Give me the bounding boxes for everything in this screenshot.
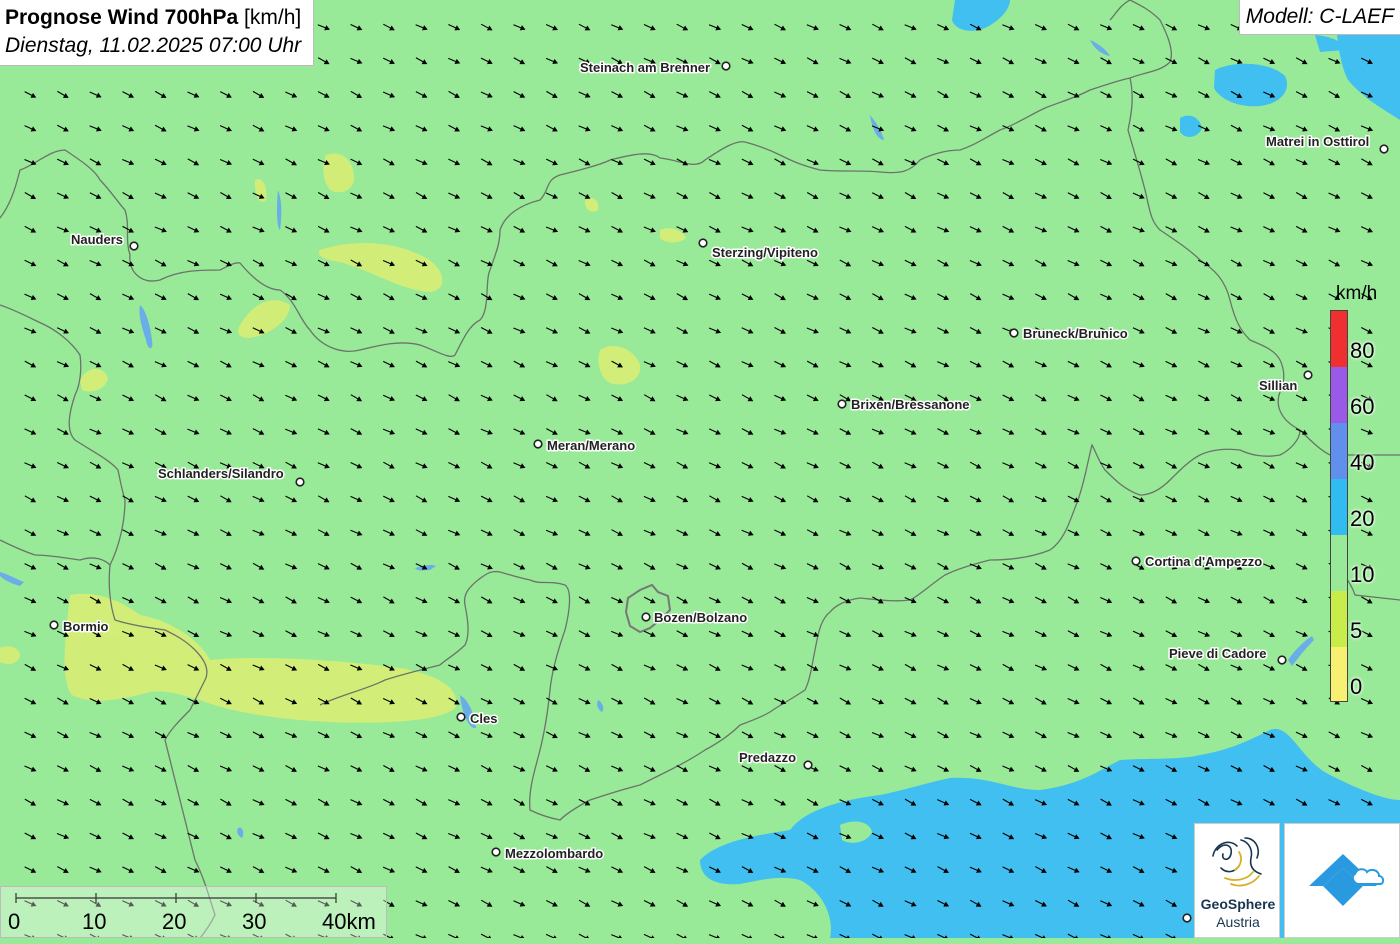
city-marker-bruneck-brunico <box>1009 328 1019 338</box>
city-marker-schlanders-silandro <box>295 477 305 487</box>
title-unit: [km/h] <box>244 6 302 29</box>
legend-label-5: 5 <box>1350 618 1363 643</box>
city-label-pieve-di-cadore: Pieve di Cadore <box>1169 646 1267 661</box>
city-marker-sillian <box>1303 370 1313 380</box>
legend-label-20: 20 <box>1350 506 1375 531</box>
city-marker-bozen-bolzano <box>641 612 651 622</box>
scale-tick-20: 20 <box>162 909 187 934</box>
city-marker-cortina-d-ampezzo <box>1131 556 1141 566</box>
legend-label-0: 0 <box>1350 674 1363 699</box>
legend-unit: km/h <box>1336 283 1378 304</box>
title-bold: Prognose Wind 700hPa <box>5 6 239 29</box>
city-label-cles: Cles <box>470 711 497 726</box>
color-legend: km/h 80 60 40 20 10 5 0 <box>1318 280 1398 705</box>
legend-seg-20 <box>1331 479 1347 535</box>
legend-seg-0 <box>1331 647 1347 701</box>
house-cloud-icon <box>1309 854 1385 906</box>
legend-seg-5 <box>1331 591 1347 647</box>
city-label-matrei-in-osttirol: Matrei in Osttirol <box>1266 134 1369 149</box>
city-label-predazzo: Predazzo <box>739 750 796 765</box>
city-marker-meran-merano <box>533 439 543 449</box>
city-label-bozen-bolzano: Bozen/Bolzano <box>654 610 747 625</box>
scale-tick-40: 40km <box>322 909 376 934</box>
legend-label-60: 60 <box>1350 394 1375 419</box>
city-label-sillian: Sillian <box>1259 378 1297 393</box>
city-marker-bormio <box>49 620 59 630</box>
city-label-meran-merano: Meran/Merano <box>547 438 635 453</box>
legend-label-80: 80 <box>1350 338 1375 363</box>
legend-label-40: 40 <box>1350 450 1375 475</box>
city-label-nauders: Nauders <box>71 232 123 247</box>
legend-seg-60 <box>1331 367 1347 423</box>
legend-seg-80 <box>1331 311 1347 367</box>
map-title: Prognose Wind 700hPa [km/h] <box>5 4 301 32</box>
city-marker-nauders <box>129 241 139 251</box>
legend-seg-10 <box>1331 535 1347 591</box>
wind-map[interactable]: Steinach am Brenner Matrei in Osttirol Nau… <box>0 0 1400 938</box>
scale-tick-10: 10 <box>82 909 107 934</box>
city-marker-unlabeled <box>1182 913 1192 923</box>
geosphere-country: Austria <box>1216 914 1260 930</box>
scale-bar: 0 10 20 30 40km <box>0 886 387 938</box>
city-marker-predazzo <box>803 760 813 770</box>
city-label-cortina-d-ampezzo: Cortina d'Ampezzo <box>1145 554 1262 569</box>
city-label-sterzing-vipiteno: Sterzing/Vipiteno <box>712 245 818 260</box>
city-label-bruneck-brunico: Bruneck/Brunico <box>1023 326 1128 341</box>
legend-bar <box>1330 310 1348 702</box>
legend-label-10: 10 <box>1350 562 1375 587</box>
legend-seg-40 <box>1331 423 1347 479</box>
title-box: Prognose Wind 700hPa [km/h] Dienstag, 11… <box>0 0 315 66</box>
home-button[interactable] <box>1284 823 1400 938</box>
scale-tick-30: 30 <box>242 909 267 934</box>
city-label-steinach-am-brenner: Steinach am Brenner <box>580 60 710 75</box>
city-marker-cles <box>456 712 466 722</box>
city-label-mezzolombardo: Mezzolombardo <box>505 846 603 861</box>
geosphere-logo: GeoSphere Austria <box>1194 823 1280 938</box>
geosphere-emblem-icon <box>1212 837 1262 887</box>
city-marker-mezzolombardo <box>491 847 501 857</box>
city-label-bormio: Bormio <box>63 619 109 634</box>
city-label-schlanders-silandro: Schlanders/Silandro <box>158 466 284 481</box>
city-marker-brixen-bressanone <box>837 399 847 409</box>
city-marker-sterzing-vipiteno <box>698 238 708 248</box>
city-marker-matrei-in-osttirol <box>1379 144 1389 154</box>
city-marker-steinach-am-brenner <box>721 61 731 71</box>
scale-tick-0: 0 <box>8 909 21 934</box>
geosphere-name: GeoSphere <box>1200 896 1276 912</box>
forecast-datetime: Dienstag, 11.02.2025 07:00 Uhr <box>5 34 302 57</box>
city-label-brixen-bressanone: Brixen/Bressanone <box>851 397 970 412</box>
city-marker-pieve-di-cadore <box>1277 655 1287 665</box>
model-label: Modell: C-LAEF <box>1238 0 1400 35</box>
